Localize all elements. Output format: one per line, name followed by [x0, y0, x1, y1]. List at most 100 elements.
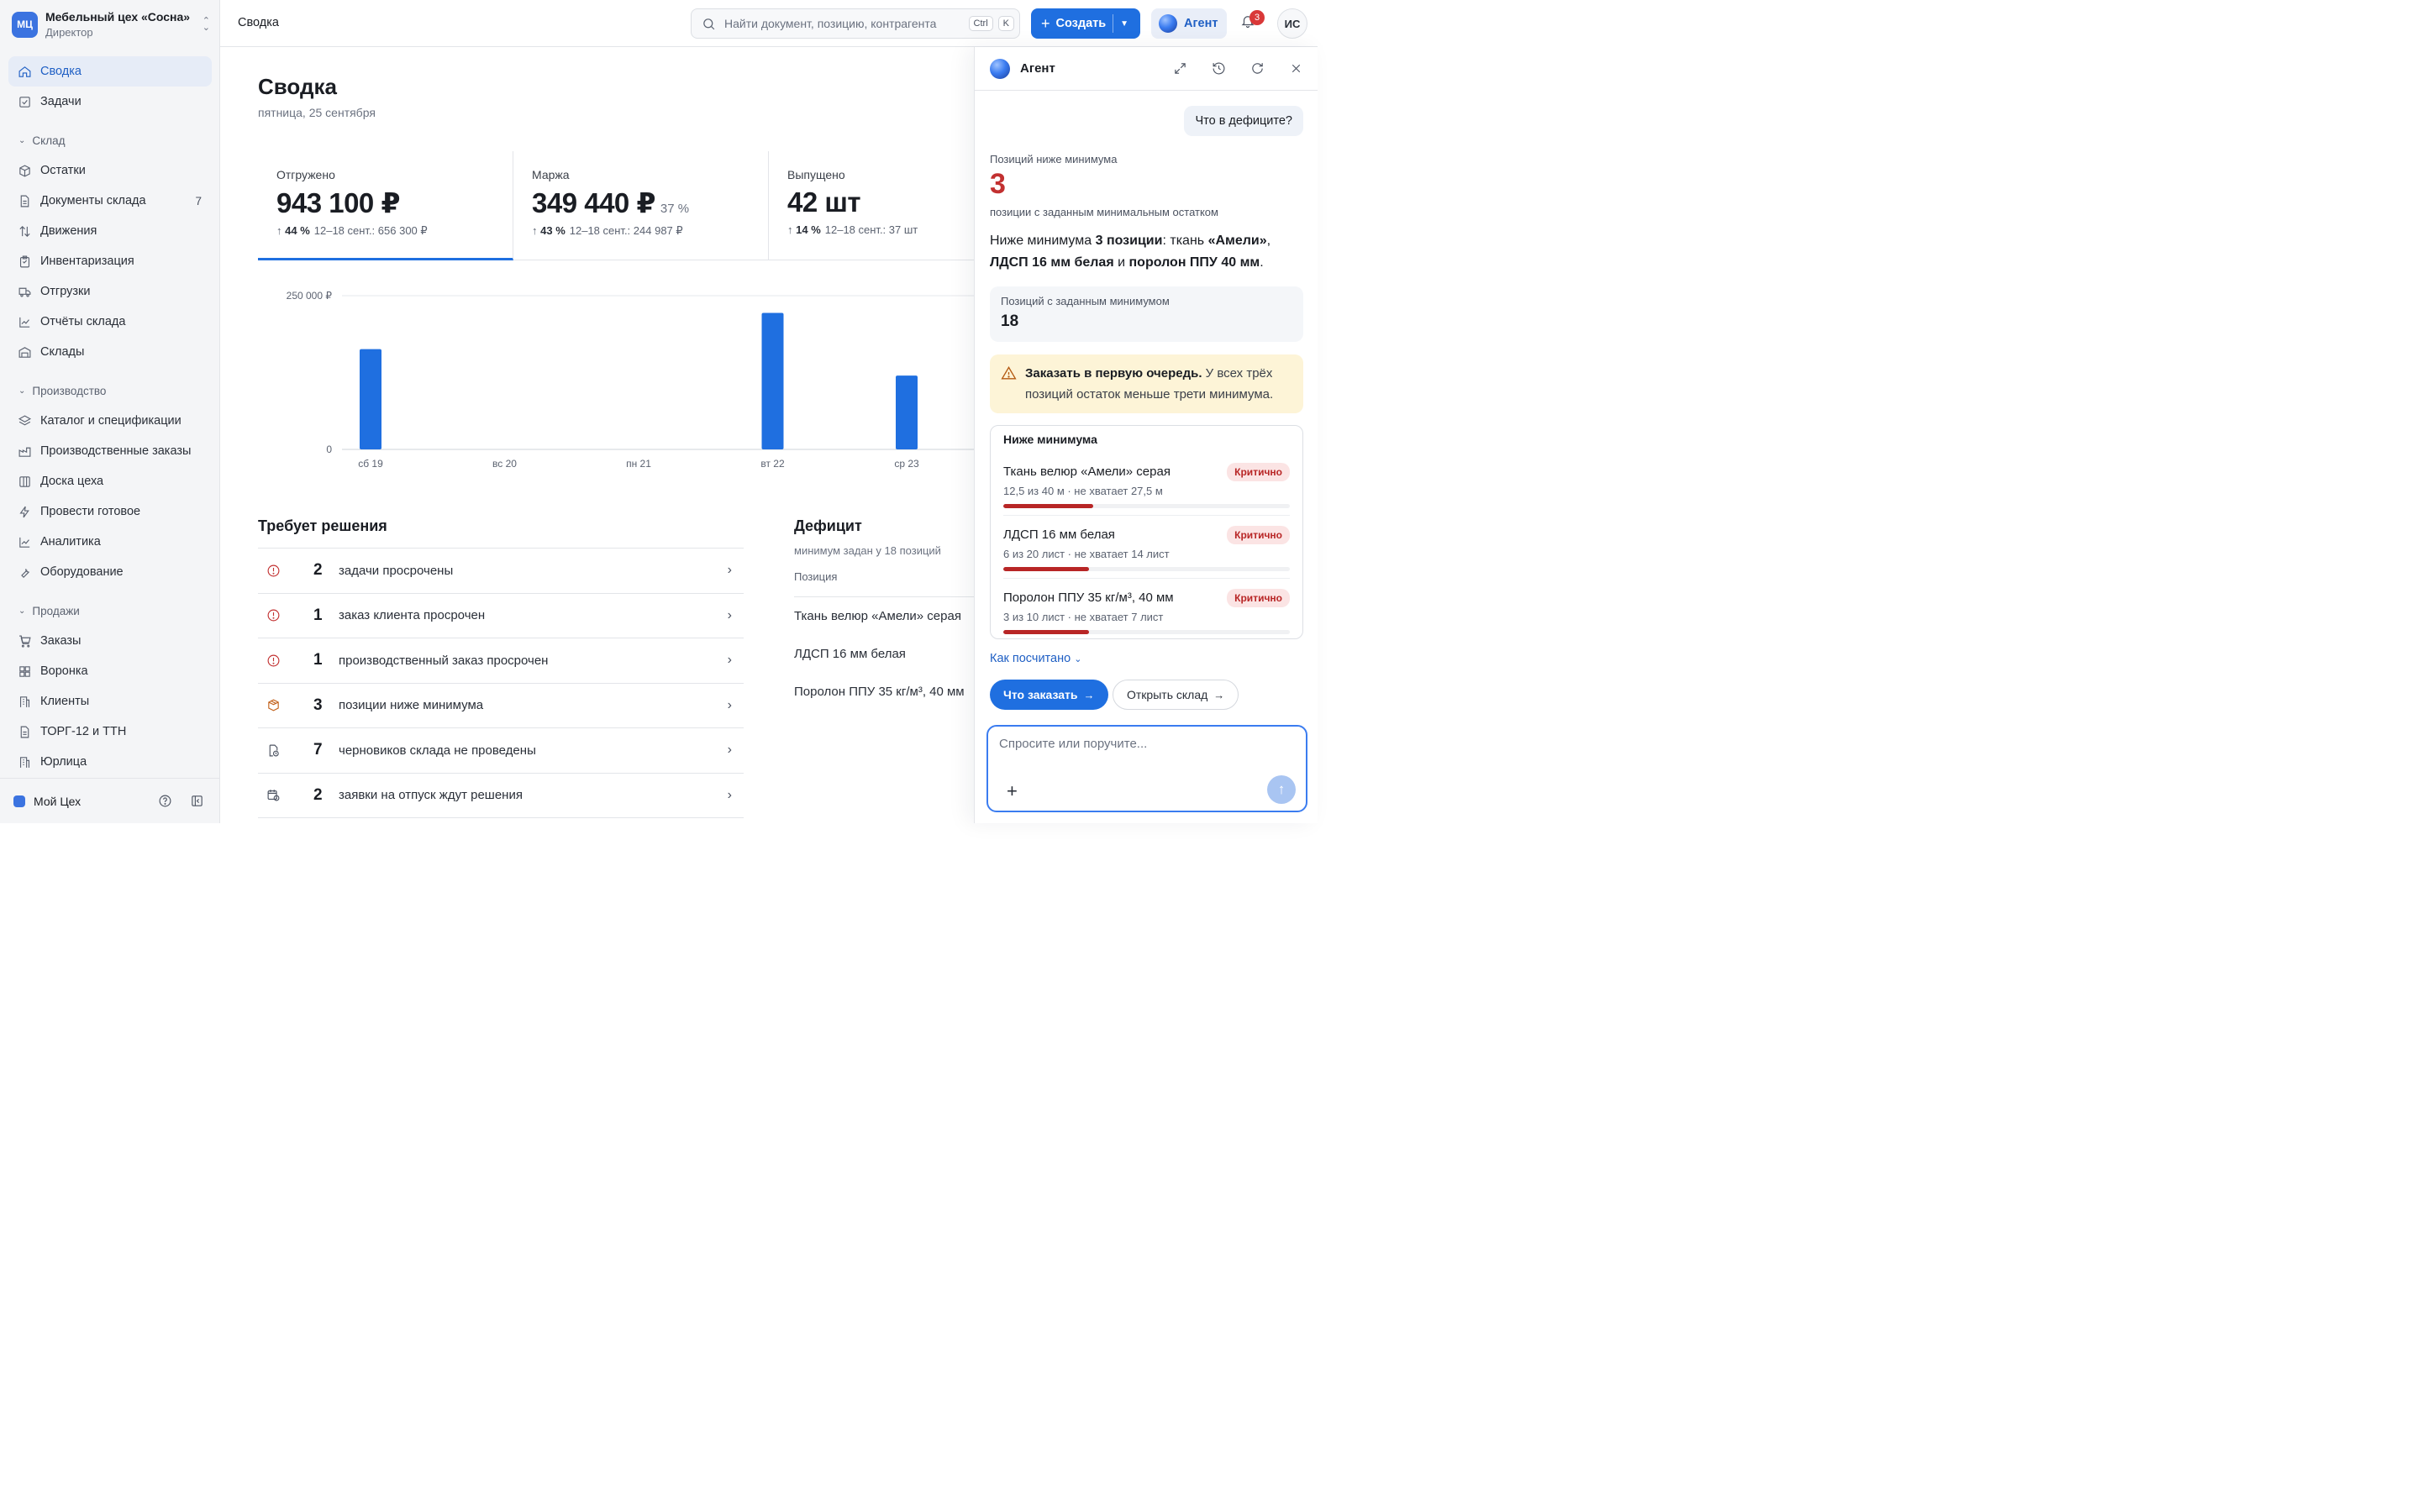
decision-row[interactable]: 3 позиции ниже минимума › [258, 682, 744, 728]
sidebar-item[interactable]: Склады [8, 337, 212, 367]
arrow-up-icon: ↑ [532, 224, 538, 237]
x-tick-label: ср 23 [894, 458, 919, 470]
below-min-item[interactable]: ЛДСП 16 мм белая 6 из 20 лист · не хватае… [1003, 516, 1290, 579]
card-title: Ниже минимума [1003, 433, 1097, 446]
agent-composer[interactable]: Спросите или поручите... + ↑ [986, 725, 1307, 812]
home-icon [17, 64, 32, 79]
sidebar-item-label: Остатки [40, 164, 86, 177]
sidebar-item[interactable]: Доска цеха [8, 466, 212, 496]
sidebar-item[interactable]: Клиенты [8, 686, 212, 717]
reset-icon[interactable] [1249, 60, 1265, 77]
what-to-order-button[interactable]: Что заказать → [990, 680, 1108, 710]
sidebar-item[interactable]: Юрлица [8, 747, 212, 777]
org-logo: МЦ [12, 11, 38, 38]
decision-row[interactable]: 2 заявки на отпуск ждут решения › [258, 772, 744, 818]
stock-progress-bar [1003, 567, 1290, 571]
sidebar-item-label: Провести готовое [40, 505, 141, 518]
history-icon[interactable] [1210, 60, 1227, 77]
deficit-section: Дефицит минимум задан у 18 позиций Позиц… [794, 517, 975, 711]
create-button[interactable]: + Создать ▼ [1031, 8, 1140, 39]
sidebar-item-label: Воронка [40, 664, 88, 678]
help-icon[interactable] [156, 793, 173, 810]
deficit-row[interactable]: ЛДСП 16 мм белая [794, 635, 975, 673]
decision-count: 3 [313, 696, 323, 714]
kpi-compare: 12–18 сент.: 37 шт [824, 223, 918, 236]
sidebar-item[interactable]: ТОРГ-12 и ТТН [8, 717, 212, 747]
sidebar-item[interactable]: Заказы [8, 626, 212, 656]
sidebar-item[interactable]: Воронка [8, 656, 212, 686]
layers-icon [17, 413, 32, 428]
how-label: Как посчитано [990, 652, 1071, 665]
warehouse-icon [17, 344, 32, 360]
deficit-row[interactable]: Ткань велюр «Амели» серая [794, 597, 975, 635]
y-tick-label: 250 000 ₽ [287, 290, 333, 302]
stat-label: Позиций с заданным минимумом [1001, 295, 1170, 307]
sidebar-item[interactable]: Отчёты склада [8, 307, 212, 337]
agent-orb-icon [1159, 14, 1177, 33]
metric-label: Позиций ниже минимума [990, 153, 1118, 165]
sidebar-group-title: Продажи [32, 604, 80, 617]
sidebar-item[interactable]: Движения [8, 216, 212, 246]
send-button[interactable]: ↑ [1267, 775, 1296, 804]
close-icon[interactable] [1287, 60, 1304, 77]
below-min-item[interactable]: Ткань велюр «Амели» серая 12,5 из 40 м · … [1003, 453, 1290, 516]
org-role: Директор [45, 26, 93, 39]
how-calculated-link[interactable]: Как посчитано ⌄ [990, 652, 1081, 665]
sidebar-group-header[interactable]: ⌄ Продажи [8, 599, 212, 622]
arrow-up-icon: ↑ [276, 224, 282, 237]
search-input[interactable]: Найти документ, позицию, контрагента Ctr… [691, 8, 1020, 39]
sidebar-item[interactable]: Каталог и спецификации [8, 406, 212, 436]
sidebar-item[interactable]: Задачи [8, 87, 212, 117]
search-placeholder: Найти документ, позицию, контрагента [724, 17, 937, 30]
stock-progress-bar [1003, 630, 1290, 634]
expand-icon[interactable] [1171, 60, 1188, 77]
item-name: ЛДСП 16 мм белая [1003, 528, 1115, 542]
deficit-row[interactable]: Поролон ППУ 35 кг/м³, 40 мм [794, 673, 975, 711]
sidebar-item-label: Производственные заказы [40, 444, 192, 458]
answer-segment: ЛДСП 16 мм белая [990, 255, 1114, 270]
kpi-tab[interactable]: Маржа 349 440 ₽ 37 % ↑ 43 % 12–18 сент.: 244… [513, 151, 769, 260]
sidebar-item[interactable]: Документы склада 7 [8, 186, 212, 216]
stock-progress-fill [1003, 567, 1090, 571]
kpi-compare: 12–18 сент.: 244 987 ₽ [569, 224, 683, 237]
workspace-name[interactable]: Мой Цех [34, 795, 156, 808]
page-date: пятница, 25 сентября [258, 106, 376, 119]
sidebar-item[interactable]: Оборудование [8, 557, 212, 587]
plus-icon: + [1041, 14, 1050, 32]
agent-button[interactable]: Агент [1151, 8, 1227, 39]
sidebar-item[interactable]: Аналитика [8, 527, 212, 557]
sidebar-group-title: Производство [32, 384, 107, 397]
org-switcher[interactable]: МЦ Мебельный цех «Сосна» Директор ⌃ ⌄ [12, 8, 210, 40]
user-avatar[interactable]: ИС [1277, 8, 1307, 39]
sidebar-item[interactable]: Инвентаризация [8, 246, 212, 276]
kpi-tab[interactable]: Отгружено 943 100 ₽ ↑ 44 % 12–18 сент.: 656… [258, 151, 513, 260]
building-icon [17, 694, 32, 709]
decision-row[interactable]: 2 задачи просрочены › [258, 548, 744, 593]
sidebar-item[interactable]: Сводка [8, 56, 212, 87]
breadcrumb: Сводка [238, 16, 279, 29]
sidebar-group-header[interactable]: ⌄ Производство [8, 379, 212, 402]
sidebar-item-label: Клиенты [40, 695, 90, 708]
decision-row[interactable]: 7 черновиков склада не проведены › [258, 727, 744, 773]
document-icon [17, 724, 32, 739]
calendar-clock-icon [266, 788, 281, 803]
decision-text: производственный заказ просрочен [339, 653, 549, 668]
warning-callout: Заказать в первую очередь. У всех трёх п… [990, 354, 1303, 413]
warning-bold: Заказать в первую очередь. [1025, 366, 1202, 381]
kpi-tab[interactable]: Выпущено 42 шт ↑ 14 % 12–18 сент.: 37 шт [769, 151, 975, 260]
sidebar-item[interactable]: Отгрузки [8, 276, 212, 307]
below-min-item[interactable]: Поролон ППУ 35 кг/м³, 40 мм 3 из 10 лист … [1003, 579, 1290, 642]
sidebar-item[interactable]: Производственные заказы [8, 436, 212, 466]
sidebar-item[interactable]: Остатки [8, 155, 212, 186]
collapse-sidebar-icon[interactable] [188, 793, 205, 810]
notifications-button[interactable]: 3 [1240, 10, 1265, 34]
sidebar-group-header[interactable]: ⌄ Склад [8, 129, 212, 152]
open-warehouse-button[interactable]: Открыть склад → [1113, 680, 1239, 710]
attach-plus-icon[interactable]: + [1007, 780, 1018, 802]
sidebar-item[interactable]: Провести готовое [8, 496, 212, 527]
decision-row[interactable]: 1 заказ клиента просрочен › [258, 592, 744, 638]
create-label: Создать [1055, 17, 1107, 30]
decision-row[interactable]: 1 производственный заказ просрочен › [258, 638, 744, 683]
chevron-down-icon[interactable]: ▼ [1120, 19, 1128, 29]
grid-icon [17, 664, 32, 679]
